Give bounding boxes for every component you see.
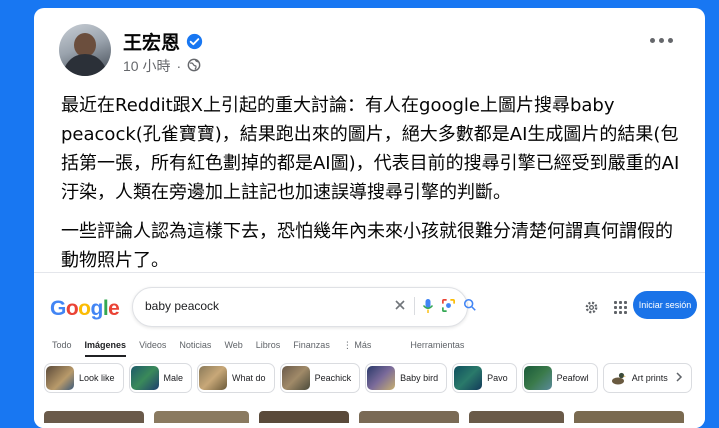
google-filter-chips: Look like Male What do Peachick Baby bir… — [44, 363, 692, 393]
chip-label: Peachick — [314, 373, 352, 383]
chip-label: Male — [163, 373, 184, 383]
mic-icon — [422, 298, 434, 319]
google-tab-tools: Herramientas — [410, 340, 465, 350]
chip-thumbnail — [46, 366, 74, 390]
author-row: 王宏恩 — [123, 28, 203, 55]
google-search-box: baby peacock — [132, 287, 476, 327]
google-tab-web: Web — [224, 340, 243, 350]
more-dot — [668, 38, 673, 43]
google-tab-images: Imágenes — [84, 340, 126, 357]
chip-label: Baby bird — [400, 373, 439, 383]
chip-label: Look like — [79, 373, 115, 383]
divider-line — [414, 297, 416, 320]
chip-pavo: Pavo — [452, 363, 517, 393]
chip-male: Male — [128, 363, 193, 393]
post-paragraph-2: 一些評論人認為這樣下去，恐怕幾年內未來小孩就很難分清楚何謂真何謂假的動物照片了。 — [61, 221, 673, 271]
lens-icon — [441, 298, 456, 318]
google-search-query: baby peacock — [145, 299, 220, 313]
google-tab-finance: Finanzas — [293, 340, 330, 350]
image-result-row — [44, 411, 684, 423]
google-screenshot-image[interactable]: Google baby peacock Iniciar sesión Todo … — [34, 272, 705, 428]
chip-thumbnail — [454, 366, 483, 390]
google-tab-more: ⋮ Más — [342, 340, 372, 350]
more-dot — [650, 38, 655, 43]
chip-thumbnail — [199, 366, 228, 390]
facebook-post-card: 王宏恩 10 小時 · 最近在Reddit跟X上引起的重大討論：有人在googl… — [34, 8, 705, 428]
author-name[interactable]: 王宏恩 — [123, 28, 180, 55]
duck-icon — [609, 369, 627, 387]
post-meta: 10 小時 · — [123, 56, 201, 76]
google-tab-all: Todo — [52, 340, 72, 350]
chip-peachick: Peachick — [279, 363, 361, 393]
google-logo: Google — [50, 297, 120, 320]
chip-label: Art prints — [631, 373, 668, 383]
post-paragraph-1: 最近在Reddit跟X上引起的重大討論：有人在google上圖片搜尋baby p… — [61, 95, 680, 203]
chevron-right-icon — [675, 372, 683, 384]
google-tab-books: Libros — [255, 340, 281, 350]
image-result — [469, 411, 564, 423]
chip-peafowl: Peafowl — [521, 363, 598, 393]
chip-thumbnail — [130, 366, 159, 390]
avatar[interactable] — [59, 24, 111, 76]
image-result — [259, 411, 349, 423]
google-signin-button: Iniciar sesión — [633, 291, 697, 319]
chip-thumbnail — [523, 366, 552, 390]
chip-what-do: What do — [197, 363, 275, 393]
image-result — [574, 411, 684, 423]
post-timestamp[interactable]: 10 小時 — [123, 56, 170, 76]
google-tab-news: Noticias — [179, 340, 212, 350]
globe-icon[interactable] — [187, 58, 201, 75]
google-tab-videos: Videos — [139, 340, 167, 350]
settings-gear-icon — [584, 300, 599, 320]
google-tab-bar: Todo Imágenes Videos Noticias Web Libros… — [52, 340, 477, 357]
chip-label: What do — [232, 373, 266, 383]
clear-icon — [393, 298, 407, 317]
chip-look-like: Look like — [44, 363, 124, 393]
chip-label: Peafowl — [556, 373, 589, 383]
google-apps-icon — [613, 300, 628, 315]
dot-separator: · — [176, 58, 182, 74]
search-icon — [463, 298, 477, 317]
chip-label: Pavo — [487, 373, 508, 383]
image-result — [44, 411, 144, 423]
chip-thumbnail — [281, 366, 310, 390]
more-dot — [659, 38, 664, 43]
chip-art-prints: Art prints — [602, 363, 692, 393]
avatar-body — [63, 54, 107, 76]
more-options-icon[interactable] — [650, 38, 673, 43]
image-result — [154, 411, 249, 423]
image-result — [359, 411, 459, 423]
post-body: 最近在Reddit跟X上引起的重大討論：有人在google上圖片搜尋baby p… — [61, 91, 686, 285]
verified-badge-icon — [186, 33, 203, 50]
chip-baby-bird: Baby bird — [365, 363, 448, 393]
chip-thumbnail — [367, 366, 396, 390]
